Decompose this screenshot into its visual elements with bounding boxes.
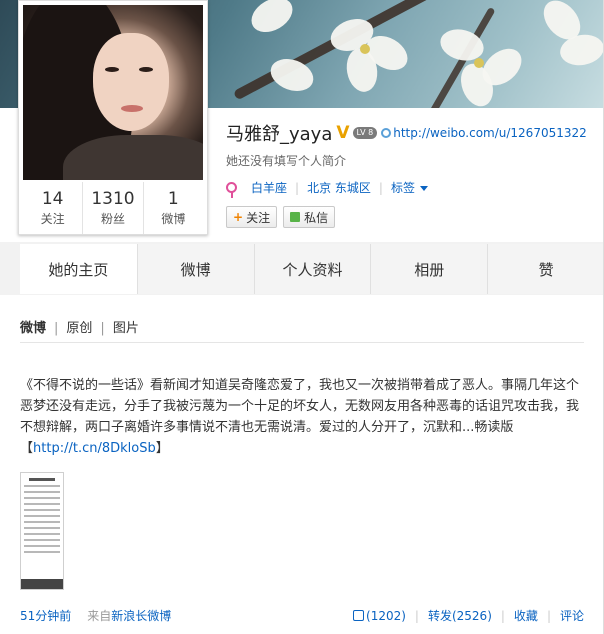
avatar-card: 14 关注 1310 粉丝 1 微博 [18,0,208,235]
feed-filter: 微博 | 原创 | 图片 [20,317,139,336]
tab-profile[interactable]: 个人资料 [253,244,371,294]
thumb-line [24,533,60,535]
separator: | [378,180,383,195]
separator: | [295,180,300,195]
repost-button[interactable]: 转发(2526) [428,607,492,624]
post-image-thumbnail[interactable] [20,472,64,590]
stat-label: 关注 [40,212,65,226]
stat-posts[interactable]: 1 微博 [144,182,203,234]
avatar[interactable] [23,5,203,180]
tags-dropdown[interactable]: 标签 [391,179,428,196]
stat-label: 粉丝 [100,212,125,226]
level-badge[interactable]: LV 8 [352,127,378,139]
separator: | [54,321,59,336]
verified-badge[interactable]: V [336,123,349,143]
message-icon [290,212,301,222]
profile-tabs: 她的主页 微博 个人资料 相册 赞 [20,244,604,294]
source-link[interactable]: 新浪长微博 [111,609,171,623]
profile-name: 马雅舒_yaya [226,124,333,145]
filter-pictures[interactable]: 图片 [113,321,139,336]
avatar-eye [139,67,153,72]
stat-number: 1310 [91,189,135,209]
zodiac-link[interactable]: 白羊座 [251,179,287,196]
stat-number: 14 [41,189,64,209]
chevron-down-icon [419,186,428,191]
link-icon [381,128,392,138]
message-button[interactable]: 私信 [283,206,336,228]
separator: | [500,608,505,623]
feed-area: 微博 | 原创 | 图片 《不得不说的一些话》看新闻才知道吴奇隆恋爱了，我也又一次被捎带… [0,295,604,634]
stat-following[interactable]: 14 关注 [23,182,84,234]
filter-weibo[interactable]: 微博 [20,321,46,336]
source-prefix: 来自 [87,609,112,623]
profile-url[interactable]: http://weibo.com/u/1267051322 [393,126,587,140]
avatar-eye [105,67,119,72]
tab-likes[interactable]: 赞 [487,244,604,294]
profile-bio: 她还没有填写个人简介 [226,154,347,168]
favorite-button[interactable]: 收藏 [514,607,538,624]
stat-followers[interactable]: 1310 粉丝 [83,182,144,234]
post-text: 《不得不说的一些话》看新闻才知道吴奇隆恋爱了，我也又一次被捎带着成了恶人。事隔几… [20,375,586,459]
thumb-line [24,503,60,505]
blossom-petal [245,0,299,39]
thumbs-up-icon[interactable] [353,610,365,621]
female-icon [226,182,237,198]
post-link[interactable]: http://t.cn/8DkloSb [33,441,156,456]
message-label: 私信 [304,210,329,225]
post-time[interactable]: 51分钟前 [20,607,71,624]
thumb-line [24,509,60,511]
thumb-line [24,515,60,517]
thumb-title [29,478,55,481]
filter-original[interactable]: 原创 [66,321,92,336]
thumb-line [24,539,60,541]
profile-info: 马雅舒_yaya V LV 8 http://weibo.com/u/12670… [226,120,587,228]
post-footer: 51分钟前 来自新浪长微博 (1202) | 转发(2526) | 收藏 | 评… [20,607,584,624]
separator: | [546,608,551,623]
thumb-line [24,491,60,493]
thumb-footer [21,579,63,589]
tags-label: 标签 [390,181,415,195]
blossom-center [360,44,370,54]
avatar-face [93,33,169,131]
plus-icon: + [233,210,244,224]
blossom-center [474,58,484,68]
divider [20,342,584,343]
follow-button[interactable]: + 关注 [226,206,278,228]
thumb-line [24,545,60,547]
follow-label: 关注 [246,210,271,225]
location-link[interactable]: 北京 东城区 [307,179,371,196]
post-source: 来自新浪长微博 [87,607,171,624]
tab-album[interactable]: 相册 [370,244,488,294]
post-actions: (1202) | 转发(2526) | 收藏 | 评论 [353,607,584,624]
thumb-line [24,521,60,523]
thumb-line [24,485,60,487]
separator: | [100,321,105,336]
post-link-close: 】 [155,441,169,456]
tab-home[interactable]: 她的主页 [20,244,137,294]
like-count[interactable]: (1202) [366,609,406,623]
thumb-line [24,527,60,529]
thumb-line [24,551,60,553]
tab-weibo[interactable]: 微博 [136,244,254,294]
separator: | [414,608,419,623]
stats-bar: 14 关注 1310 粉丝 1 微博 [23,182,203,234]
thumb-line [24,497,60,499]
stat-label: 微博 [161,212,186,226]
avatar-lip [121,105,143,112]
comment-button[interactable]: 评论 [560,607,584,624]
stat-number: 1 [167,189,179,209]
